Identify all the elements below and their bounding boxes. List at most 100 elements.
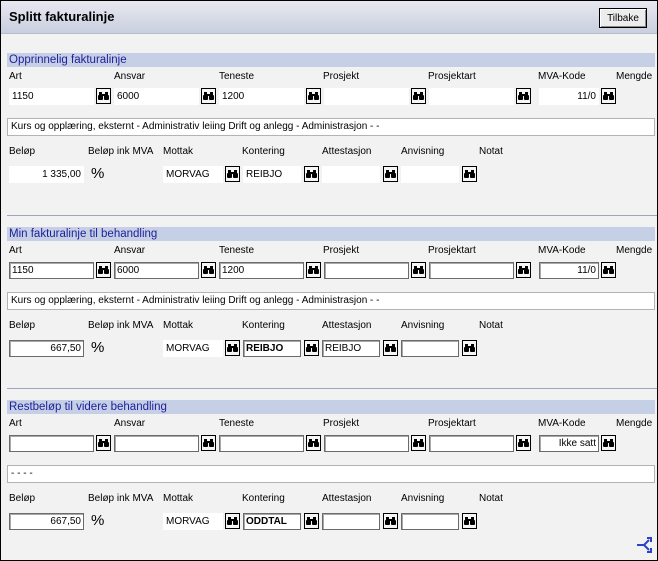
attestasjon-field[interactable] [322, 513, 380, 530]
label-anvisning: Anvisning [401, 493, 445, 504]
prosjekt-lookup-button[interactable] [411, 88, 426, 104]
anvisning-lookup-button[interactable] [462, 340, 477, 356]
label-attestasjon: Attestasjon [322, 493, 372, 504]
prosjekt-lookup-button[interactable] [411, 262, 426, 278]
art-field[interactable] [9, 435, 94, 452]
label-notat: Notat [479, 146, 503, 157]
ansvar-lookup-button[interactable] [201, 262, 216, 278]
label-prosjekt: Prosjekt [323, 245, 360, 256]
label-kontering: Kontering [242, 146, 285, 157]
anvisning-field[interactable] [401, 513, 459, 530]
teneste-lookup-button[interactable] [306, 435, 321, 451]
mottak-field: MORVAG [163, 166, 223, 183]
label-mengde: Mengde [616, 418, 653, 429]
art-lookup-button[interactable] [96, 262, 111, 278]
mva-lookup-button[interactable] [601, 262, 616, 278]
percent-icon[interactable]: % [91, 340, 104, 356]
mva-lookup-button[interactable] [601, 88, 616, 104]
split-invoice-window: Splitt fakturalinje Tilbake Opprinnelig … [0, 0, 658, 561]
mva-lookup-button[interactable] [601, 435, 616, 451]
description-box: Kurs og opplæring, eksternt - Administra… [7, 118, 655, 136]
anvisning-lookup-button[interactable] [462, 166, 477, 182]
description-box: Kurs og opplæring, eksternt - Administra… [7, 292, 655, 310]
prosjekt-lookup-button[interactable] [411, 435, 426, 451]
split-arrow-icon[interactable] [635, 536, 653, 554]
prosjektart-field[interactable] [429, 435, 514, 452]
label-mengde: Mengde [616, 245, 653, 256]
kontering-lookup-button[interactable] [304, 340, 319, 356]
section-header: Opprinnelig fakturalinje [7, 53, 655, 67]
kontering-field[interactable]: ODDTAL [243, 513, 301, 530]
label-kontering: Kontering [242, 320, 285, 331]
back-button[interactable]: Tilbake [599, 8, 647, 28]
section-header: Min fakturalinje til behandling [7, 227, 655, 241]
label-anvisning: Anvisning [401, 320, 445, 331]
belop-field[interactable]: 667,50 [9, 513, 84, 530]
prosjekt-field[interactable] [324, 435, 409, 452]
art-field: 1150 [9, 88, 94, 105]
section-divider [7, 388, 657, 389]
ansvar-field[interactable] [114, 435, 199, 452]
prosjektart-lookup-button[interactable] [516, 435, 531, 451]
mva-kode-field[interactable]: 11/0 [539, 262, 599, 279]
kontering-field[interactable]: REIBJO [243, 340, 301, 357]
kontering-field: REIBJO [243, 166, 301, 183]
kontering-lookup-button[interactable] [304, 166, 319, 182]
kontering-lookup-button[interactable] [304, 513, 319, 529]
art-field[interactable]: 1150 [9, 262, 94, 279]
section-divider [7, 215, 657, 216]
label-notat: Notat [479, 320, 503, 331]
attestasjon-lookup-button[interactable] [383, 513, 398, 529]
label-belop-ink-mva: Beløp ink MVA [88, 320, 154, 331]
label-art: Art [9, 418, 22, 429]
label-prosjekt: Prosjekt [323, 71, 360, 82]
anvisning-lookup-button[interactable] [462, 513, 477, 529]
teneste-lookup-button[interactable] [306, 88, 321, 104]
art-lookup-button[interactable] [96, 88, 111, 104]
label-notat: Notat [479, 493, 503, 504]
label-kontering: Kontering [242, 493, 285, 504]
label-mva-kode: MVA-Kode [538, 245, 586, 256]
belop-field[interactable]: 667,50 [9, 340, 84, 357]
prosjektart-lookup-button[interactable] [516, 88, 531, 104]
prosjekt-field[interactable] [324, 262, 409, 279]
label-teneste: Teneste [219, 71, 255, 82]
ansvar-lookup-button[interactable] [201, 435, 216, 451]
attestasjon-lookup-button[interactable] [383, 166, 398, 182]
label-mengde: Mengde [616, 71, 653, 82]
teneste-field: 1200 [219, 88, 304, 105]
label-belop: Beløp [9, 493, 36, 504]
label-mottak: Mottak [163, 493, 194, 504]
prosjektart-field[interactable] [429, 262, 514, 279]
section-header: Restbeløp til videre behandling [7, 400, 655, 414]
attestasjon-lookup-button[interactable] [383, 340, 398, 356]
mottak-lookup-button[interactable] [225, 340, 240, 356]
mva-kode-field[interactable]: Ikke satt [539, 435, 599, 452]
percent-icon[interactable]: % [91, 166, 104, 182]
ansvar-field[interactable]: 6000 [114, 262, 199, 279]
label-ansvar: Ansvar [114, 71, 146, 82]
label-mva-kode: MVA-Kode [538, 418, 586, 429]
mottak-lookup-button[interactable] [225, 513, 240, 529]
label-mva-kode: MVA-Kode [538, 71, 586, 82]
label-mottak: Mottak [163, 146, 194, 157]
art-lookup-button[interactable] [96, 435, 111, 451]
percent-icon[interactable]: % [91, 513, 104, 529]
mva-kode-field: 11/0 [539, 88, 599, 105]
teneste-field[interactable] [219, 435, 304, 452]
teneste-field[interactable]: 1200 [219, 262, 304, 279]
label-prosjektart: Prosjektart [428, 418, 476, 429]
teneste-lookup-button[interactable] [306, 262, 321, 278]
attestasjon-field[interactable]: REIBJO [322, 340, 380, 357]
anvisning-field[interactable] [401, 340, 459, 357]
prosjektart-lookup-button[interactable] [516, 262, 531, 278]
label-art: Art [9, 71, 22, 82]
ansvar-field: 6000 [114, 88, 199, 105]
ansvar-lookup-button[interactable] [201, 88, 216, 104]
anvisning-field [401, 166, 459, 183]
label-mottak: Mottak [163, 320, 194, 331]
label-teneste: Teneste [219, 418, 255, 429]
title-bar: Splitt fakturalinje Tilbake [1, 1, 657, 34]
mottak-lookup-button[interactable] [225, 166, 240, 182]
attestasjon-field [322, 166, 380, 183]
